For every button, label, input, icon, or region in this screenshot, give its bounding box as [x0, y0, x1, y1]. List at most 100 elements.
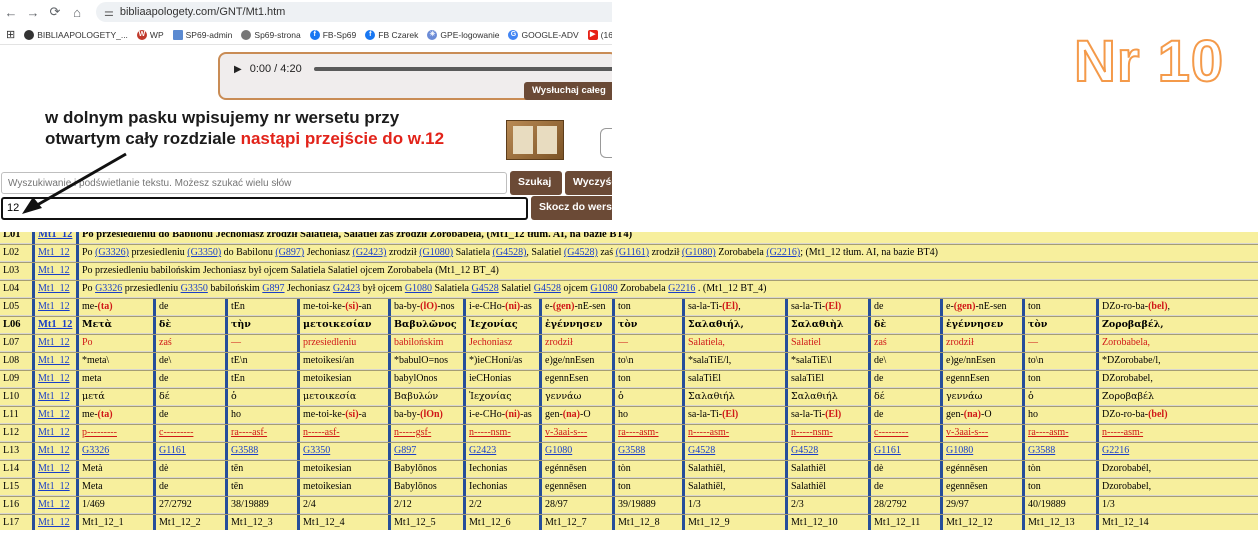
strongs-link[interactable]: (G897): [275, 247, 304, 258]
word-text[interactable]: ra----asf-: [231, 427, 267, 438]
word-text: Salatiela,: [688, 337, 725, 348]
apps-icon[interactable]: ⊞: [6, 28, 15, 41]
bookmark-item[interactable]: f FB Czarek: [365, 29, 418, 40]
word-text: me-toi-ke-(si)-a: [303, 409, 367, 420]
verse-link[interactable]: Mt1_12: [38, 427, 70, 438]
word-text[interactable]: G1080: [946, 445, 973, 456]
word-text[interactable]: c---------: [159, 427, 193, 438]
word-cell: v-3aai-s---: [539, 425, 612, 442]
word-text[interactable]: G3588: [618, 445, 645, 456]
strongs-link[interactable]: G3350: [181, 283, 208, 294]
word-text[interactable]: v-3aai-s---: [946, 427, 988, 438]
word-cell: *DZorobabe/l,: [1096, 353, 1176, 370]
verse-link[interactable]: Mt1_12: [38, 409, 70, 420]
strongs-link[interactable]: (G1080): [682, 247, 716, 258]
strongs-link[interactable]: (G3350): [187, 247, 221, 258]
word-text: —: [1028, 337, 1038, 348]
back-icon[interactable]: ←: [0, 5, 22, 20]
word-cell: egennēsen: [539, 479, 612, 496]
word-text[interactable]: G2216: [1102, 445, 1129, 456]
strongs-link[interactable]: G4528: [471, 283, 498, 294]
strongs-link[interactable]: (G4528): [564, 247, 598, 258]
verse-link[interactable]: Mt1_12: [38, 232, 72, 240]
verse-link[interactable]: Mt1_12: [38, 319, 72, 330]
word-cell: egénnēsen: [539, 461, 612, 478]
bookmark-item[interactable]: ✳ GPE-logowanie: [427, 29, 499, 40]
word-text[interactable]: G4528: [791, 445, 818, 456]
strongs-link[interactable]: (G1161): [616, 247, 650, 258]
strongs-link[interactable]: (G2423): [353, 247, 387, 258]
word-text[interactable]: n-----nsm-: [791, 427, 833, 438]
strongs-link[interactable]: (G2216): [766, 247, 800, 258]
word-text[interactable]: n-----asm-: [1102, 427, 1143, 438]
bookmark-item[interactable]: W WP: [136, 29, 164, 40]
clear-button[interactable]: Wyczyść: [565, 171, 612, 195]
word-text[interactable]: G3350: [303, 445, 330, 456]
word-text[interactable]: G3588: [231, 445, 258, 456]
word-text[interactable]: v-3aai-s---: [545, 427, 587, 438]
word-text[interactable]: G4528: [688, 445, 715, 456]
home-icon[interactable]: ⌂: [66, 5, 88, 20]
listen-button[interactable]: Wysłuchaj całeg: [524, 82, 612, 100]
word-cell: Ζοροβαβέλ,: [1096, 317, 1176, 334]
word-text[interactable]: n-----gsf-: [394, 427, 431, 438]
strongs-link[interactable]: (G1080): [419, 247, 453, 258]
word-text[interactable]: G2423: [469, 445, 496, 456]
word-text[interactable]: c---------: [874, 427, 908, 438]
word-text[interactable]: G1161: [159, 445, 186, 456]
bookmark-item[interactable]: SP69-admin: [172, 29, 232, 40]
word-text[interactable]: G3326: [82, 445, 109, 456]
strongs-link[interactable]: G2216: [668, 283, 695, 294]
strongs-link[interactable]: G1080: [590, 283, 617, 294]
word-text[interactable]: n-----asf-: [303, 427, 340, 438]
word-text[interactable]: n-----asm-: [688, 427, 729, 438]
verse-link[interactable]: Mt1_12: [38, 463, 70, 474]
bookmark-item[interactable]: Sp69-strona: [241, 29, 301, 40]
verse-link[interactable]: Mt1_12: [38, 481, 70, 492]
verse-link[interactable]: Mt1_12: [38, 283, 70, 294]
verse-link[interactable]: Mt1_12: [38, 301, 70, 312]
strongs-link[interactable]: (G4528): [493, 247, 527, 258]
reload-icon[interactable]: ⟳: [44, 4, 66, 20]
word-text: metoikesian: [303, 481, 352, 492]
search-button[interactable]: Szukaj: [510, 171, 562, 195]
bookmark-item[interactable]: BIBLIAAPOLOGETY_...: [24, 29, 128, 40]
play-icon[interactable]: ▶: [234, 64, 242, 75]
word-text[interactable]: G1161: [874, 445, 901, 456]
word-text[interactable]: n-----nsm-: [469, 427, 511, 438]
strongs-link[interactable]: G1080: [405, 283, 432, 294]
bookmark-item[interactable]: ▶ (16: [587, 29, 612, 40]
verse-link[interactable]: Mt1_12: [38, 355, 70, 366]
forward-icon[interactable]: →: [22, 5, 44, 20]
verse-link[interactable]: Mt1_12: [38, 265, 70, 276]
verse-link[interactable]: Mt1_12: [38, 391, 70, 402]
goto-verse-button[interactable]: Skocz do wersetu: [531, 196, 612, 220]
audio-progress-track[interactable]: [313, 67, 612, 71]
verse-link[interactable]: Mt1_12: [38, 373, 70, 384]
bookmark-item[interactable]: f FB-Sp69: [309, 29, 356, 40]
verse-link[interactable]: Mt1_12: [38, 337, 70, 348]
table-row: L08 Mt1_12 *meta\ de\ tE\n metoikesi/an *babul…: [0, 352, 1258, 370]
site-settings-icon[interactable]: ⚌: [104, 6, 114, 19]
url-field[interactable]: ⚌ bibliaapologety.com/GNT/Mt1.htm: [96, 2, 612, 22]
bookmark-item[interactable]: G GOOGLE-ADV: [508, 29, 579, 40]
verse-link[interactable]: Mt1_12: [38, 247, 70, 258]
word-text: μετοικεσίαν: [303, 319, 372, 330]
word-text[interactable]: ra----asm-: [618, 427, 659, 438]
strongs-link[interactable]: G2423: [333, 283, 360, 294]
word-text[interactable]: G897: [394, 445, 416, 456]
verse-link[interactable]: Mt1_12: [38, 499, 70, 510]
strongs-link[interactable]: G3326: [95, 283, 122, 294]
strongs-link[interactable]: (G3326): [95, 247, 129, 258]
word-text: i-e-CHo-(ni)-as: [469, 301, 532, 312]
strongs-link[interactable]: G4528: [534, 283, 561, 294]
side-widget[interactable]: [600, 128, 612, 158]
word-text[interactable]: G3588: [1028, 445, 1055, 456]
verse-link[interactable]: Mt1_12: [38, 517, 70, 528]
word-text[interactable]: ra----asm-: [1028, 427, 1069, 438]
word-cell: 1/3: [1096, 497, 1176, 514]
strongs-link[interactable]: G897: [262, 283, 284, 294]
word-text[interactable]: p---------: [82, 427, 117, 438]
verse-link[interactable]: Mt1_12: [38, 445, 70, 456]
word-text[interactable]: G1080: [545, 445, 572, 456]
